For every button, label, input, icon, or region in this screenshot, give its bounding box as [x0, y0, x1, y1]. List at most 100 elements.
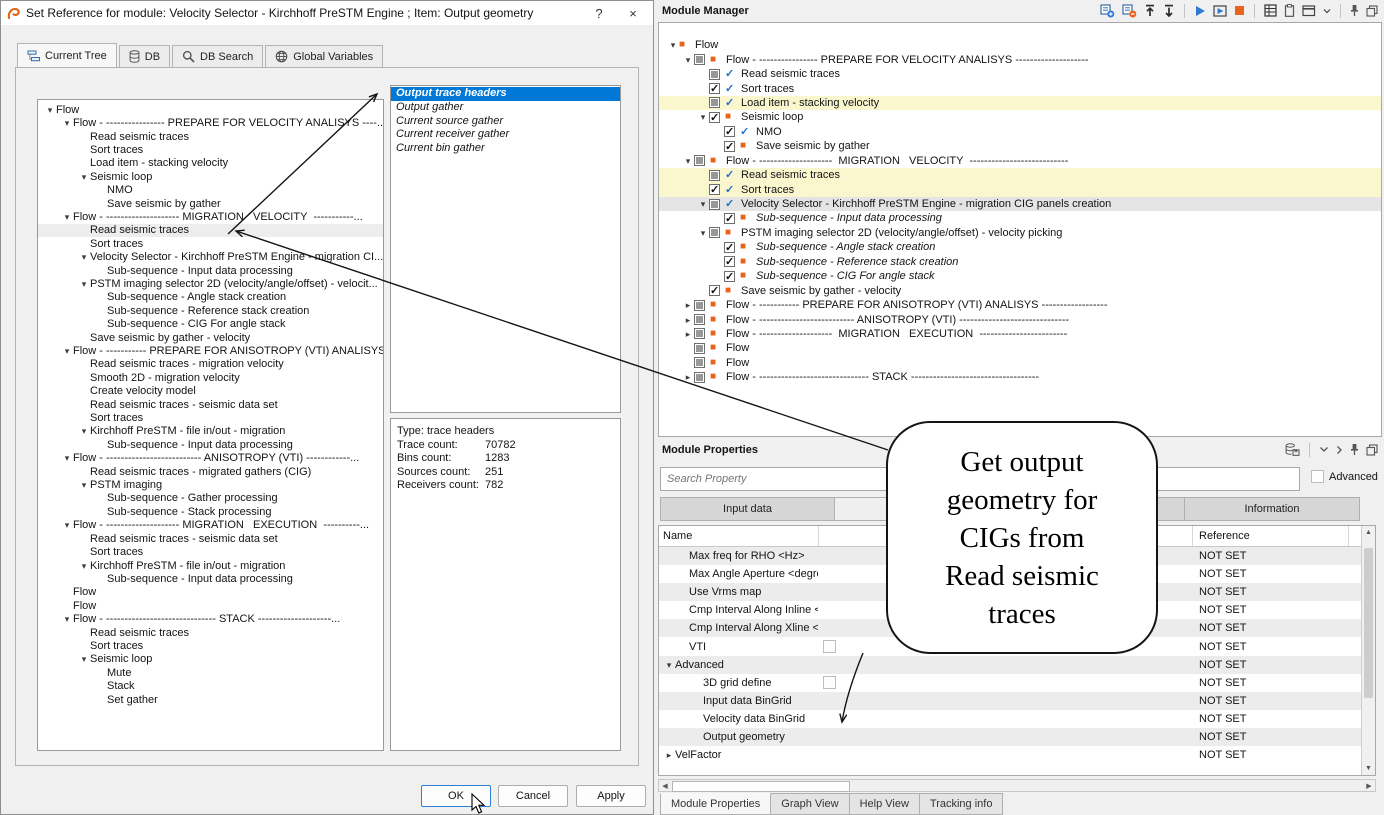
- mm-tree-item[interactable]: ■Save seismic by gather - velocity: [659, 283, 1381, 297]
- tree-item[interactable]: ▾Flow - ----------- PREPARE FOR ANISOTRO…: [38, 344, 383, 357]
- expander-open-icon[interactable]: ▾: [697, 228, 709, 238]
- tab-information[interactable]: Information: [1185, 497, 1360, 521]
- mm-tree-item[interactable]: ▾■Flow - -------------------- MIGRATION …: [659, 154, 1381, 168]
- expander-icon[interactable]: ▾: [61, 346, 73, 356]
- tree-item[interactable]: Read seismic traces - seismic data set: [38, 532, 383, 545]
- tree-item[interactable]: ▾Flow - -------------------------- ANISO…: [38, 452, 383, 465]
- property-value-cell[interactable]: [819, 728, 1193, 746]
- tree-item[interactable]: NMO: [38, 183, 383, 196]
- tree-item[interactable]: ▾Kirchhoff PreSTM - file in/out - migrat…: [38, 559, 383, 572]
- tree-item[interactable]: ▾Flow - -------------------- MIGRATION E…: [38, 519, 383, 532]
- tree-item[interactable]: ▾Flow - -------------------- MIGRATION V…: [38, 210, 383, 223]
- mm-tree-item[interactable]: ■Flow: [659, 356, 1381, 370]
- enable-checkbox[interactable]: [694, 343, 705, 354]
- enable-checkbox[interactable]: [709, 97, 720, 108]
- tree-item[interactable]: ▾PSTM imaging selector 2D (velocity/angl…: [38, 277, 383, 290]
- table-view-icon[interactable]: [1264, 4, 1277, 17]
- run-subflow-icon[interactable]: [1213, 5, 1227, 17]
- cancel-button[interactable]: Cancel: [498, 785, 568, 807]
- close-button[interactable]: ×: [619, 2, 647, 24]
- enable-checkbox[interactable]: [709, 69, 720, 80]
- mm-tree-item[interactable]: ✓Sort traces: [659, 182, 1381, 196]
- mm-tree-item[interactable]: ▾■Seismic loop: [659, 110, 1381, 124]
- horizontal-scrollbar[interactable]: ◀ ▶: [658, 779, 1376, 792]
- mm-tree-item[interactable]: ✓Read seismic traces: [659, 168, 1381, 182]
- enable-checkbox[interactable]: [694, 372, 705, 383]
- tree-item[interactable]: Sub-sequence - Input data processing: [38, 438, 383, 451]
- tree-item[interactable]: Stack: [38, 679, 383, 692]
- enable-checkbox[interactable]: [709, 112, 720, 123]
- expander-icon[interactable]: ▾: [61, 212, 73, 222]
- tree-item[interactable]: ▾PSTM imaging: [38, 478, 383, 491]
- expander-icon[interactable]: ▾: [78, 561, 90, 571]
- tab-global-variables[interactable]: Global Variables: [265, 45, 383, 67]
- expander-icon[interactable]: ▾: [78, 279, 90, 289]
- chevron-down-icon[interactable]: [1319, 446, 1329, 453]
- expander-icon[interactable]: ▾: [78, 426, 90, 436]
- run-icon[interactable]: [1194, 5, 1206, 17]
- clipboard-icon[interactable]: [1284, 4, 1295, 17]
- add-module-icon[interactable]: [1100, 4, 1115, 18]
- expander-icon[interactable]: ▾: [78, 252, 90, 262]
- mm-tree-item[interactable]: ▾■Flow: [659, 38, 1381, 52]
- mm-tree-item[interactable]: ✓Read seismic traces: [659, 67, 1381, 81]
- enable-checkbox[interactable]: [694, 314, 705, 325]
- enable-checkbox[interactable]: [694, 54, 705, 65]
- tree-item[interactable]: Sub-sequence - Stack processing: [38, 505, 383, 518]
- export-icon[interactable]: [1163, 4, 1175, 17]
- tree-item[interactable]: Sort traces: [38, 237, 383, 250]
- enable-checkbox[interactable]: [709, 170, 720, 181]
- value-checkbox[interactable]: [823, 640, 836, 653]
- column-reference[interactable]: Reference: [1193, 526, 1349, 546]
- tree-item[interactable]: Set gather: [38, 693, 383, 706]
- reference-list[interactable]: Output trace headersOutput gatherCurrent…: [390, 85, 621, 413]
- tree-item[interactable]: Sub-sequence - Input data processing: [38, 264, 383, 277]
- tab-current-tree[interactable]: Current Tree: [17, 43, 117, 67]
- tree-item[interactable]: Mute: [38, 666, 383, 679]
- stop-icon[interactable]: [1234, 5, 1245, 16]
- tab-input-data[interactable]: Input data: [660, 497, 835, 521]
- mm-tree-item[interactable]: ■Sub-sequence - Reference stack creation: [659, 255, 1381, 269]
- expander-closed-icon[interactable]: ▸: [682, 315, 694, 325]
- mm-tree-item[interactable]: ■Sub-sequence - CIG For angle stack: [659, 269, 1381, 283]
- enable-checkbox[interactable]: [709, 83, 720, 94]
- reference-item[interactable]: Current source gather: [391, 115, 620, 129]
- tab-tracking-info[interactable]: Tracking info: [920, 793, 1004, 815]
- mm-tree-item[interactable]: ✓NMO: [659, 125, 1381, 139]
- dropdown-caret-icon[interactable]: [1323, 8, 1331, 14]
- mm-tree-item[interactable]: ■Flow: [659, 341, 1381, 355]
- enable-checkbox[interactable]: [694, 300, 705, 311]
- expander-icon[interactable]: ▾: [61, 520, 73, 530]
- pin-icon[interactable]: [1350, 443, 1359, 456]
- enable-checkbox[interactable]: [709, 285, 720, 296]
- vertical-scrollbar[interactable]: ▲ ▼: [1361, 526, 1375, 775]
- expander-closed-icon[interactable]: ▸: [663, 750, 675, 760]
- property-row[interactable]: ▾AdvancedNOT SET: [659, 656, 1375, 674]
- mm-tree-item[interactable]: ▸■Flow - -------------------------- ANIS…: [659, 312, 1381, 326]
- property-row[interactable]: 3D grid defineNOT SET: [659, 674, 1375, 692]
- mm-tree-item[interactable]: ■Sub-sequence - Angle stack creation: [659, 240, 1381, 254]
- tree-item[interactable]: Read seismic traces - migrated gathers (…: [38, 465, 383, 478]
- apply-button[interactable]: Apply: [576, 785, 646, 807]
- mm-tree-item[interactable]: ▾✓Velocity Selector - Kirchhoff PreSTM E…: [659, 197, 1381, 211]
- new-window-icon[interactable]: [1302, 4, 1316, 17]
- expander-icon[interactable]: ▾: [78, 172, 90, 182]
- enable-checkbox[interactable]: [694, 357, 705, 368]
- property-row[interactable]: ▸VelFactorNOT SET: [659, 746, 1375, 764]
- expander-icon[interactable]: ▾: [78, 654, 90, 664]
- expander-icon[interactable]: ▾: [44, 105, 56, 115]
- tree-item[interactable]: Flow: [38, 599, 383, 612]
- tree-item[interactable]: Sort traces: [38, 411, 383, 424]
- reference-item[interactable]: Output trace headers: [391, 87, 620, 101]
- mm-tree-item[interactable]: ▾■Flow - ---------------- PREPARE FOR VE…: [659, 52, 1381, 66]
- expander-open-icon[interactable]: ▾: [697, 112, 709, 122]
- scroll-up-icon[interactable]: ▲: [1362, 529, 1375, 536]
- expander-open-icon[interactable]: ▾: [682, 55, 694, 65]
- mm-tree-item[interactable]: ▸■Flow - ------------------------------ …: [659, 370, 1381, 384]
- enable-checkbox[interactable]: [724, 213, 735, 224]
- tree-item[interactable]: Sub-sequence - Gather processing: [38, 492, 383, 505]
- expander-icon[interactable]: ▾: [78, 480, 90, 490]
- enable-checkbox[interactable]: [694, 155, 705, 166]
- property-row[interactable]: Velocity data BinGridNOT SET: [659, 710, 1375, 728]
- flow-tree[interactable]: ▾Flow▾Flow - ---------------- PREPARE FO…: [37, 99, 384, 751]
